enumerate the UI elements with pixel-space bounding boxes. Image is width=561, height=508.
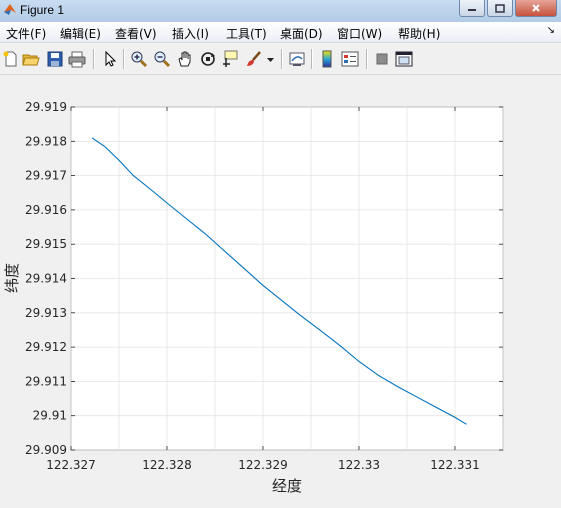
window-title: Figure 1 (20, 3, 65, 17)
link-plot-icon[interactable] (288, 50, 306, 68)
brush-dropdown-icon[interactable] (266, 50, 275, 68)
y-tick-labels: 29.909 29.91 29.911 29.912 29.913 29.914 29.91… (25, 100, 67, 457)
y-tick-label: 29.914 (25, 272, 67, 286)
x-tick-labels: 122.327 122.328 122.329 122.33 122.331 (46, 458, 480, 472)
y-tick-label: 29.91 (33, 409, 67, 423)
figure-canvas[interactable]: 122.327 122.328 122.329 122.33 122.331 29.90… (0, 74, 561, 508)
menu-window[interactable]: 窗口(W) (337, 25, 382, 42)
x-axis-label: 经度 (272, 477, 302, 495)
menu-file[interactable]: 文件(F) (6, 25, 46, 42)
y-tick-label: 29.911 (25, 374, 67, 388)
colorbar-icon[interactable] (318, 50, 336, 68)
toolbar-separator (123, 49, 125, 69)
x-tick-label: 122.328 (142, 458, 192, 472)
menu-tools[interactable]: 工具(T) (226, 25, 267, 42)
y-tick-label: 29.909 (25, 443, 67, 457)
new-figure-icon[interactable] (2, 50, 20, 68)
brush-icon[interactable] (245, 50, 263, 68)
zoom-in-icon[interactable] (130, 50, 148, 68)
close-button[interactable] (515, 0, 557, 17)
maximize-button[interactable] (487, 0, 513, 17)
zoom-out-icon[interactable] (153, 50, 171, 68)
menu-insert[interactable]: 插入(I) (172, 25, 209, 42)
y-tick-label: 29.912 (25, 340, 67, 354)
legend-icon[interactable] (341, 50, 359, 68)
y-tick-label: 29.919 (25, 100, 67, 114)
toolbar-separator (93, 49, 95, 69)
maximize-icon (495, 3, 505, 13)
save-icon[interactable] (46, 50, 64, 68)
rotate-3d-icon[interactable] (199, 50, 217, 68)
figure-toolbar (0, 43, 561, 75)
window-controls (457, 0, 557, 17)
menu-view[interactable]: 查看(V) (115, 25, 157, 42)
menu-help[interactable]: 帮助(H) (398, 25, 440, 42)
dock-icon[interactable] (395, 50, 413, 68)
x-tick-label: 122.33 (338, 458, 380, 472)
y-tick-label: 29.913 (25, 306, 67, 320)
select-arrow-icon[interactable] (101, 50, 119, 68)
pan-hand-icon[interactable] (176, 50, 194, 68)
y-tick-label: 29.917 (25, 169, 67, 183)
minimize-icon (468, 9, 476, 11)
x-tick-label: 122.327 (46, 458, 96, 472)
y-tick-label: 29.916 (25, 203, 67, 217)
menu-edit[interactable]: 编辑(E) (60, 25, 101, 42)
toolbar-separator (281, 49, 283, 69)
y-tick-label: 29.915 (25, 237, 67, 251)
open-file-icon[interactable] (22, 50, 40, 68)
x-tick-label: 122.329 (238, 458, 288, 472)
x-tick-label: 122.331 (430, 458, 480, 472)
minimize-button[interactable] (459, 0, 485, 17)
toolbar-separator (366, 49, 368, 69)
print-icon[interactable] (68, 50, 86, 68)
hide-tools-icon[interactable] (373, 50, 391, 68)
matlab-logo-icon (4, 4, 16, 15)
menu-overflow-arrow-icon[interactable]: ↘ (547, 25, 555, 36)
data-cursor-icon[interactable] (222, 50, 240, 68)
y-tick-label: 29.918 (25, 134, 67, 148)
menu-bar: 文件(F) 编辑(E) 查看(V) 插入(I) 工具(T) 桌面(D) 窗口(W… (0, 22, 561, 43)
y-axis-label: 纬度 (3, 263, 21, 293)
menu-desktop[interactable]: 桌面(D) (280, 25, 323, 42)
toolbar-separator (311, 49, 313, 69)
title-bar[interactable]: Figure 1 (0, 0, 561, 23)
close-icon (532, 4, 540, 12)
